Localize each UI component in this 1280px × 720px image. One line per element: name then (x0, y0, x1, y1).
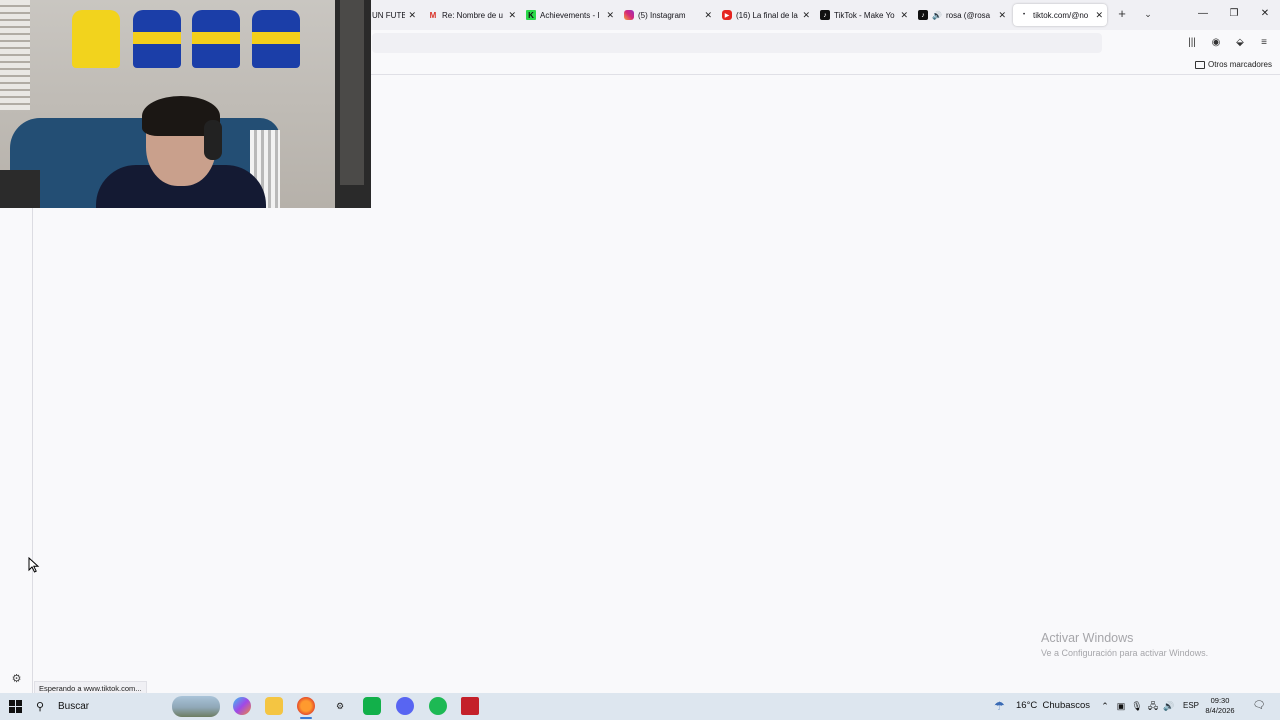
window-blinds (0, 0, 30, 110)
discord-icon[interactable] (396, 697, 414, 715)
tab-close-icon[interactable]: ✕ (802, 10, 810, 21)
gmail-icon: M (429, 10, 437, 20)
firefox-icon[interactable] (297, 697, 315, 715)
new-tab-button[interactable]: + (1114, 6, 1130, 22)
loading-dot-icon: • (1022, 12, 1026, 18)
k-icon: K (526, 10, 536, 20)
headphones (204, 120, 222, 160)
weather-widget[interactable]: 16°C Chubascos (1016, 700, 1090, 711)
language-indicator[interactable]: ESP (1183, 701, 1199, 710)
chevron-up-icon[interactable]: ⌃ (1099, 700, 1111, 712)
speaker-icon[interactable]: 🔊 (932, 10, 942, 20)
microphone-icon[interactable]: 🎙 (1131, 700, 1143, 712)
close-window-button[interactable]: ✕ (1258, 7, 1272, 21)
clock-time: 09:30 (1210, 696, 1230, 705)
clock[interactable]: 09:30 8/4/2026 (1203, 696, 1237, 716)
account-icon[interactable]: ◉ (1208, 35, 1224, 51)
tab-tiktok[interactable]: ♪ TikTok - Make Yo ✕ (820, 4, 908, 26)
mouse-cursor-icon (28, 557, 40, 573)
file-explorer-icon[interactable] (265, 697, 283, 715)
gear-icon[interactable]: ⚙ (10, 673, 23, 686)
tab-title: tiktok.com/@no (1033, 10, 1089, 20)
search-highlight-image (172, 696, 220, 717)
tab-close-icon[interactable]: ✕ (408, 10, 416, 21)
restore-button[interactable]: ❐ (1227, 7, 1241, 21)
video-editor-icon[interactable] (461, 697, 479, 715)
meet-now-icon[interactable]: ▣ (1115, 700, 1127, 712)
activation-watermark-title: Activar Windows (1041, 631, 1134, 645)
notification-icon[interactable]: 🗨 (1252, 699, 1266, 713)
other-bookmarks-label: Otros marcadores (1207, 60, 1272, 69)
tab-title: (16) La final de la (736, 10, 798, 20)
tiktok-icon: ♪ (918, 10, 928, 20)
instagram-icon (624, 10, 634, 20)
tab-close-icon[interactable]: ✕ (1095, 10, 1103, 21)
start-button[interactable] (9, 700, 22, 713)
search-placeholder: Buscar (58, 701, 90, 712)
youtube-icon: ▶ (722, 10, 732, 20)
menu-icon[interactable]: ≡ (1256, 35, 1272, 51)
url-bar[interactable] (372, 33, 1102, 53)
tab-title: TikTok - Make Yo (834, 10, 895, 20)
weather-condition: Chubascos (1042, 700, 1091, 711)
weather-temp: 16°C (1016, 700, 1038, 711)
whatsapp-icon[interactable] (363, 697, 381, 715)
folder-icon (1194, 60, 1205, 69)
dark-object (0, 170, 40, 208)
tab-title: (5) Instagram (638, 10, 686, 20)
tab-close-icon[interactable]: ✕ (606, 10, 614, 21)
taskbar: ⚲ Buscar ⚙ ☂ 16°C Chubascos ⌃ ▣ 🎙 🖧 🔊 ES… (0, 693, 1280, 720)
weather-rain-icon[interactable]: ☂ (994, 698, 1010, 714)
tab-title: UN FUTB (372, 10, 406, 20)
tab-close-icon[interactable]: ✕ (704, 10, 712, 21)
tab-title: Re: Nombre de u (442, 10, 503, 20)
tab-title: rosa (@rosa (946, 10, 991, 20)
blue-jersey (252, 10, 300, 68)
activation-watermark-subtitle: Ve a Configuración para activar Windows. (1041, 648, 1209, 658)
tab-rosa[interactable]: ♪ 🔊 rosa (@rosa ✕ (918, 4, 1006, 26)
active-app-indicator (300, 717, 312, 719)
steam-icon[interactable]: ⚙ (331, 697, 349, 715)
tab-un-futbol[interactable]: UN FUTB ✕ (372, 4, 416, 26)
copilot-icon[interactable] (233, 697, 251, 715)
tab-gmail[interactable]: M Re: Nombre de u ✕ (428, 4, 516, 26)
tab-close-icon[interactable]: ✕ (508, 10, 516, 21)
tab-youtube[interactable]: ▶ (16) La final de la ✕ (722, 4, 810, 26)
other-bookmarks-button[interactable]: Otros marcadores (1194, 60, 1272, 69)
tab-achievements[interactable]: K Achievements - I ✕ (526, 4, 614, 26)
extensions-icon[interactable]: ⬙ (1232, 35, 1248, 51)
library-icon[interactable]: ||| (1184, 35, 1200, 51)
tab-instagram[interactable]: (5) Instagram ✕ (624, 4, 712, 26)
tab-close-icon[interactable]: ✕ (998, 10, 1006, 21)
volume-icon[interactable]: 🔊 (1163, 700, 1175, 712)
tab-tiktok-active[interactable]: • tiktok.com/@no ✕ (1013, 4, 1107, 26)
spotify-icon[interactable] (429, 697, 447, 715)
sidebar-divider (32, 133, 33, 693)
blue-jersey (133, 10, 181, 68)
webcam-overlay (0, 0, 371, 208)
list-all-tabs-button[interactable]: ⌄ (1141, 6, 1155, 22)
search-icon: ⚲ (36, 700, 45, 713)
doorway (340, 0, 364, 185)
tiktok-icon: ♪ (820, 10, 830, 20)
minimize-button[interactable]: — (1196, 7, 1210, 21)
blue-jersey (192, 10, 240, 68)
tab-title: Achievements - I (540, 10, 600, 20)
tab-close-icon[interactable]: ✕ (900, 10, 908, 21)
network-icon[interactable]: 🖧 (1147, 700, 1159, 712)
yellow-jersey (72, 10, 120, 68)
clock-date: 8/4/2026 (1205, 706, 1235, 715)
